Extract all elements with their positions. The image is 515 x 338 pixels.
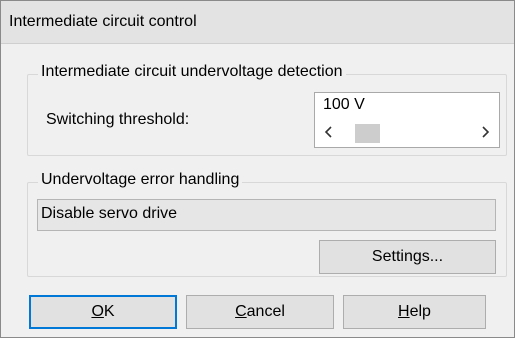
switching-threshold-value: 100 V: [323, 96, 365, 113]
scroll-left-icon[interactable]: [321, 123, 337, 143]
title-bar[interactable]: Intermediate circuit control: [1, 1, 514, 44]
cancel-button[interactable]: Cancel: [186, 295, 334, 329]
switching-threshold-control[interactable]: 100 V: [314, 92, 500, 148]
settings-button[interactable]: Settings...: [319, 240, 496, 274]
scroll-right-icon[interactable]: [477, 123, 493, 143]
error-handling-value: Disable servo drive: [41, 205, 178, 222]
help-mnemonic: H: [398, 303, 410, 320]
error-handling-field: Disable servo drive: [37, 199, 496, 231]
help-button[interactable]: Help: [343, 295, 486, 329]
error-handling-group-label: Undervoltage error handling: [38, 171, 243, 189]
cancel-label-rest: ancel: [246, 303, 285, 320]
scroll-thumb[interactable]: [355, 124, 380, 143]
undervoltage-detection-group-label: Intermediate circuit undervoltage detect…: [38, 63, 346, 81]
cancel-mnemonic: C: [235, 303, 247, 320]
ok-button[interactable]: OK: [29, 295, 177, 329]
dialog-window: Intermediate circuit control Intermediat…: [0, 0, 515, 338]
ok-label-rest: K: [103, 303, 115, 320]
dialog-title: Intermediate circuit control: [9, 13, 197, 30]
switching-threshold-label: Switching threshold:: [46, 111, 190, 128]
help-label-rest: elp: [409, 303, 431, 320]
ok-mnemonic: O: [91, 303, 104, 320]
settings-button-label: Settings...: [371, 248, 444, 265]
